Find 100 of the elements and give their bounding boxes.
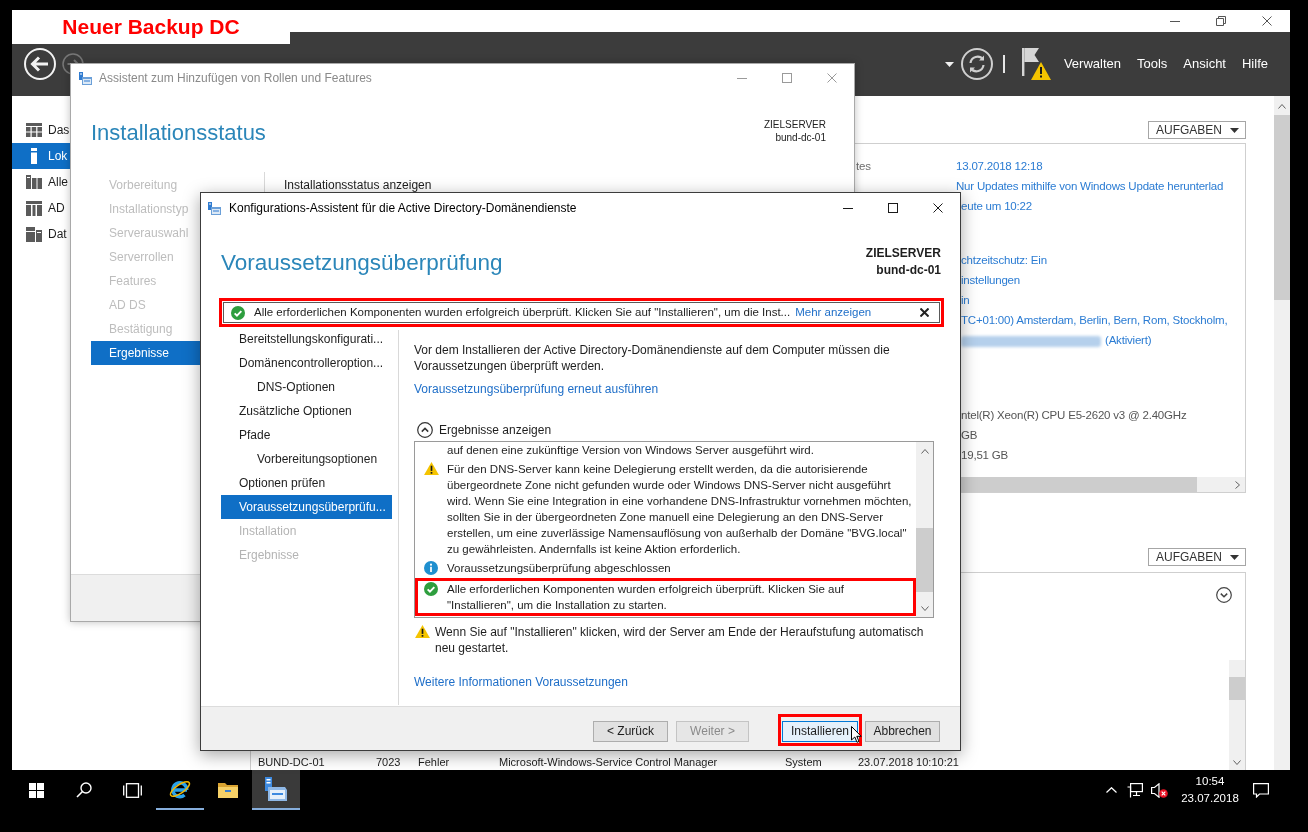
taskbar-app-button[interactable]	[252, 770, 300, 810]
notification-icon[interactable]	[1253, 782, 1269, 798]
minimize-icon[interactable]	[842, 207, 853, 209]
server-window-icon	[208, 201, 222, 215]
close-icon[interactable]	[932, 203, 943, 213]
result-message: Für den DNS-Server kann keine Delegierung erstellt werden, da die autorisierende übergeordnete Zone nicht gefunden wurde oder Windows DNS-Server nicht ausgeführt wird. Wenn Sie eine Integration in eine vorhandene DNS-Infrastruktur vornehmen möchten, sollten Sie in der übergeordneten Zone manuell eine Delegierung an den DNS-Server erstellen, um eine zuverlässige Namensauflösung von außerhalb der Domäne "BVG.local" zu gewährleisten. Andernfalls ist keine Aktion erforderlich.	[447, 462, 913, 557]
property-link[interactable]: TC+01:00) Amsterdam, Berlin, Bern, Rom, Stockholm,	[961, 312, 1228, 330]
chevron-up-icon[interactable]	[1105, 787, 1117, 793]
vertical-scrollbar[interactable]	[916, 442, 933, 617]
window-title: Konfigurations-Assistent für die Active Directory-Domänendienste	[229, 200, 577, 217]
page-heading: Installationsstatus	[91, 119, 266, 147]
target-label: ZIELSERVER	[763, 118, 826, 131]
scrollbar-thumb[interactable]	[1274, 115, 1290, 300]
back-button[interactable]: < Zurück	[593, 720, 668, 742]
maximize-icon[interactable]	[887, 203, 898, 213]
volume-muted-icon[interactable]	[1150, 782, 1168, 798]
warning-icon	[415, 625, 430, 638]
columns-icon	[26, 200, 42, 216]
dashboard-grid-icon	[26, 123, 42, 137]
scrollbar-thumb[interactable]	[916, 528, 933, 592]
section-title: Installationsstatus anzeigen	[284, 178, 432, 192]
scroll-right-icon[interactable]	[1235, 480, 1240, 489]
success-check-icon	[424, 582, 438, 596]
sidebar-item[interactable]: Lok	[12, 143, 70, 169]
menu-item[interactable]: Tools	[1137, 54, 1168, 74]
wizard-step[interactable]: DNS-Optionen	[221, 375, 392, 399]
property-label: tes	[856, 160, 871, 173]
scrollbar-thumb[interactable]	[961, 477, 1197, 492]
vertical-scrollbar[interactable]	[1229, 660, 1245, 770]
caret-down-icon[interactable]	[1230, 127, 1239, 133]
minimize-icon[interactable]	[1170, 20, 1180, 22]
info-icon	[424, 561, 438, 575]
close-icon[interactable]	[920, 308, 929, 317]
circled-chevron-icon[interactable]	[1216, 587, 1232, 603]
clock[interactable]: 10:54 23.07.2018	[1181, 773, 1239, 807]
property-link[interactable]: chtzeitschutz: Ein	[961, 252, 1047, 270]
vertical-scrollbar[interactable]	[1274, 96, 1290, 770]
warning-icon	[424, 462, 439, 475]
more-info-link[interactable]: Weitere Informationen Voraussetzungen	[414, 674, 628, 690]
property-link[interactable]: (Aktiviert)	[1105, 332, 1152, 350]
page-heading: Voraussetzungsüberprüfung	[221, 249, 503, 277]
window-title: Assistent zum Hinzufügen von Rollen und Features	[99, 70, 372, 87]
property-value: 19,51 GB	[961, 448, 1008, 464]
wizard-step[interactable]: Vorbereitungsoptionen	[221, 447, 392, 471]
scroll-down-icon[interactable]	[920, 606, 929, 611]
scroll-down-icon[interactable]	[1233, 760, 1241, 765]
table-cell-text: System	[785, 755, 823, 771]
network-icon[interactable]	[1127, 782, 1143, 798]
install-button[interactable]: Installieren	[782, 720, 858, 742]
wizard-step[interactable]: Pfade	[221, 423, 392, 447]
table-cell-text: 23.07.2018 10:10:21	[858, 755, 958, 771]
property-value: GB	[961, 428, 978, 444]
circled-chevron-icon[interactable]	[417, 422, 433, 438]
target-label: ZIELSERVER	[865, 245, 941, 262]
wizard-step[interactable]: Zusätzliche Optionen	[221, 399, 392, 423]
sidebar-item[interactable]: AD	[12, 195, 70, 221]
caret-down-icon[interactable]	[1230, 554, 1239, 560]
folder-icon[interactable]	[218, 782, 238, 798]
result-message: auf denen eine zukünftige Version von Windows Server ausgeführt wird.	[447, 443, 815, 458]
property-link[interactable]: 13.07.2018 12:18	[956, 158, 1043, 176]
sidebar-item[interactable]: Alle	[12, 169, 70, 195]
search-icon[interactable]	[76, 782, 92, 798]
menu-item[interactable]: Hilfe	[1242, 54, 1268, 74]
tasks-dropdown[interactable]: AUFGABEN	[1148, 121, 1246, 139]
caret-down-icon[interactable]	[944, 61, 954, 67]
sidebar-item[interactable]: Dat	[12, 221, 70, 247]
windows-logo-icon[interactable]	[28, 782, 44, 798]
intro-text: Vor dem Installieren der Active Directory-Domänendienste auf dem Computer müssen die Voraussetzungen überprüft werden.	[414, 342, 891, 374]
horizontal-scrollbar[interactable]	[961, 477, 1245, 492]
cancel-button[interactable]: Abbrechen	[865, 720, 940, 742]
menu-item[interactable]: Verwalten	[1063, 54, 1121, 74]
server-window-icon[interactable]	[264, 777, 288, 801]
task-view-icon[interactable]	[122, 782, 142, 798]
property-link[interactable]: eute um 10:22	[961, 198, 1032, 216]
table-cell-text: Fehler	[418, 755, 451, 771]
scroll-up-icon[interactable]	[920, 449, 929, 454]
flag-warning-icon[interactable]	[1020, 47, 1051, 81]
wizard-step[interactable]: Optionen prüfen	[221, 471, 392, 495]
results-toggle[interactable]: Ergebnisse anzeigen	[414, 422, 552, 438]
scrollbar-thumb[interactable]	[1229, 677, 1245, 700]
scroll-up-icon[interactable]	[1278, 104, 1286, 109]
property-value: ntel(R) Xeon(R) CPU E5-2620 v3 @ 2.40GHz	[961, 408, 1187, 424]
property-link[interactable]: instellungen	[961, 272, 1020, 290]
close-icon[interactable]	[1262, 16, 1272, 26]
servers-icon	[26, 175, 42, 189]
menu-item[interactable]: Ansicht	[1183, 54, 1226, 74]
show-more-link[interactable]: Mehr anzeigen	[795, 303, 872, 322]
tasks-dropdown[interactable]: AUFGABEN	[1148, 548, 1246, 566]
rerun-check-link[interactable]: Voraussetzungsüberprüfung erneut ausführen	[414, 381, 659, 397]
result-message: Voraussetzungsüberprüfung abgeschlossen	[447, 561, 672, 576]
restore-icon[interactable]	[1216, 16, 1226, 26]
server-window-icon	[79, 71, 93, 85]
wizard-step[interactable]: Voraussetzungsüberprüfu...	[221, 495, 392, 519]
sidebar-item[interactable]: Das	[12, 117, 70, 143]
refresh-icon[interactable]	[960, 48, 993, 80]
property-link[interactable]: Nur Updates mithilfe von Windows Update herunterlad	[956, 178, 1224, 196]
back-icon[interactable]	[24, 48, 56, 80]
table-cell-text: BUND-DC-01	[258, 755, 326, 771]
restart-warning-text: Wenn Sie auf "Installieren" klicken, wird der Server am Ende der Heraufstufung automatisch neu gestartet.	[435, 624, 925, 656]
property-link[interactable]: in	[961, 292, 970, 310]
